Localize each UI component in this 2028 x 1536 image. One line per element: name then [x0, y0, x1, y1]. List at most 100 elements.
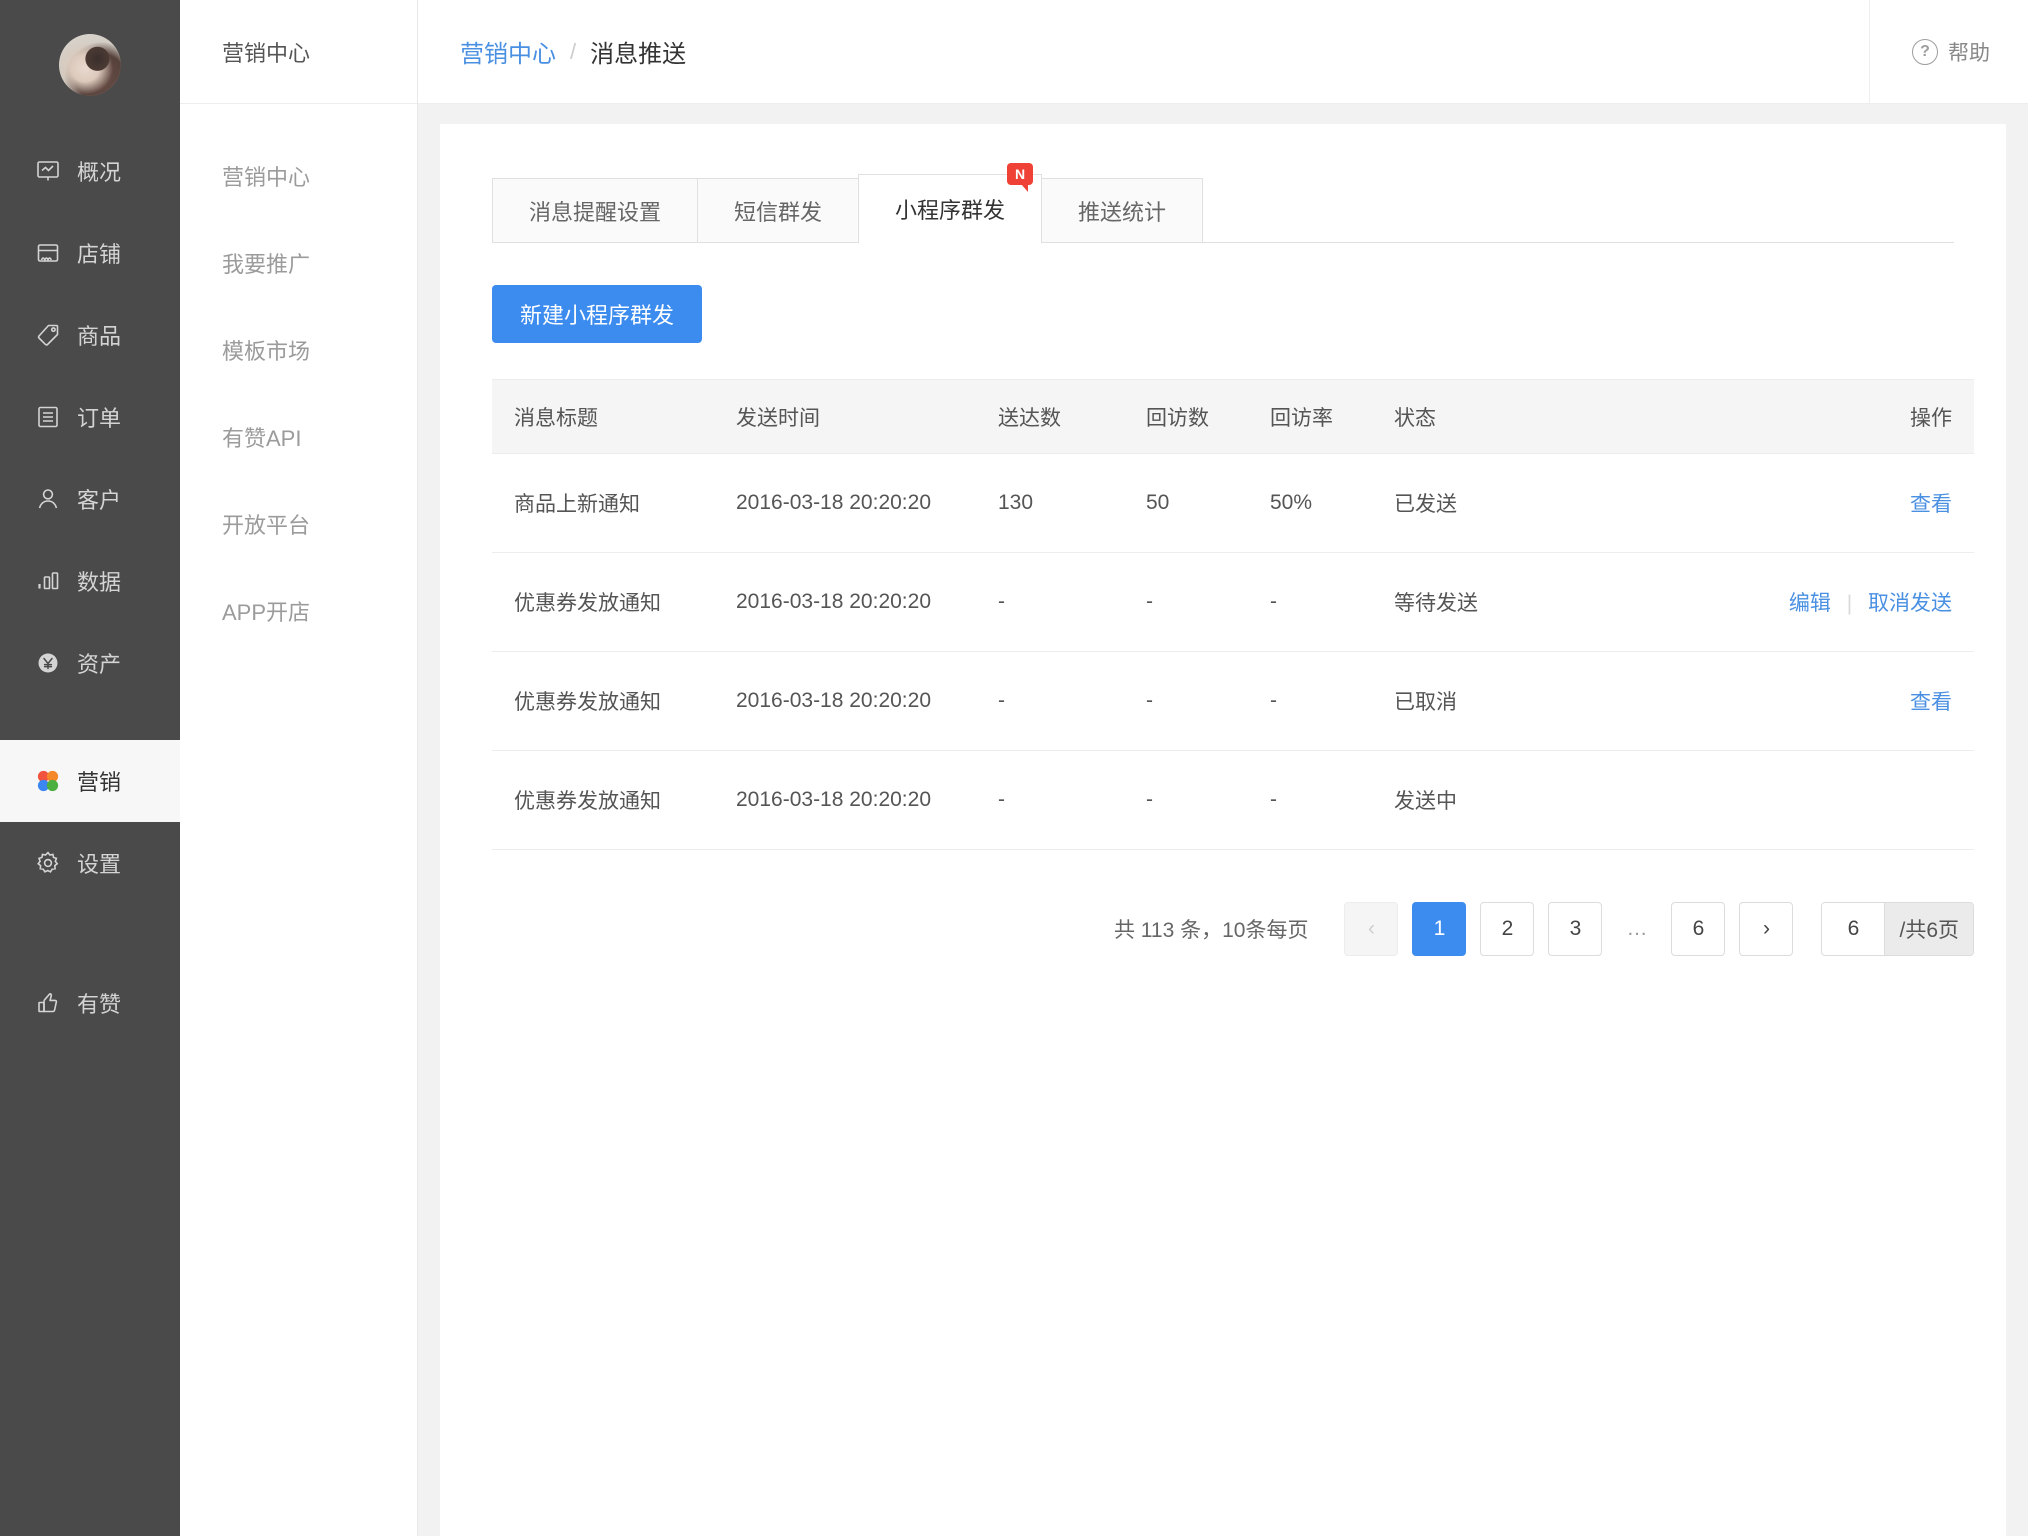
cell-send-time: 2016-03-18 20:20:20 [714, 651, 976, 751]
sidebar-item-label: 有赞 [77, 992, 122, 1017]
bar-chart-icon [34, 567, 62, 595]
sidebar-item-shop[interactable]: 店铺 [0, 212, 180, 294]
app-root: 概况 店铺 商品 订单 客户 数据 资产 营销 设置 有赞 营销中心 营销中心 … [0, 0, 2028, 1536]
cell-title: 商品上新通知 [492, 453, 714, 553]
sidebar-item-orders[interactable]: 订单 [0, 376, 180, 458]
cell-actions [1636, 750, 1974, 850]
table-head: 消息标题 发送时间 送达数 回访数 回访率 状态 操作 [492, 379, 1974, 454]
sidebar-item-data[interactable]: 数据 [0, 540, 180, 622]
breadcrumb: 营销中心 / 消息推送 [460, 34, 686, 69]
primary-sidebar: 概况 店铺 商品 订单 客户 数据 资产 营销 设置 有赞 [0, 0, 180, 1536]
tab-sms-bulk-send[interactable]: 短信群发 [697, 178, 860, 242]
cell-send-time: 2016-03-18 20:20:20 [714, 552, 976, 652]
edit-link[interactable]: 编辑 [1789, 592, 1831, 615]
sidebar-item-marketing-center[interactable]: 营销中心 [180, 132, 417, 219]
breadcrumb-current: 消息推送 [590, 41, 687, 68]
tag-icon [34, 321, 62, 349]
tab-push-statistics[interactable]: 推送统计 [1041, 178, 1204, 242]
view-link[interactable]: 查看 [1910, 493, 1952, 516]
tab-bar: 消息提醒设置 短信群发 小程序群发 N 推送统计 [492, 163, 1954, 243]
cell-title: 优惠券发放通知 [492, 651, 714, 751]
sidebar-item-template-market[interactable]: 模板市场 [180, 306, 417, 393]
pagination-prev-button[interactable]: ‹ [1344, 902, 1399, 956]
sidebar-item-label: 有赞API [222, 425, 302, 451]
avatar[interactable] [59, 34, 121, 96]
cell-status: 已发送 [1372, 453, 1636, 553]
sidebar-item-overview[interactable]: 概况 [0, 130, 180, 212]
yuan-coin-icon [34, 649, 62, 677]
content-area: 消息提醒设置 短信群发 小程序群发 N 推送统计 新建小程序群发 消息标题 发送… [418, 104, 2028, 1536]
table-row: 优惠券发放通知 2016-03-18 20:20:20 - - - 已取消 查看 [492, 651, 1974, 751]
cancel-send-link[interactable]: 取消发送 [1868, 592, 1952, 615]
topbar: 营销中心 / 消息推送 ? 帮助 [418, 0, 2028, 104]
column-header-delivered: 送达数 [976, 379, 1124, 454]
action-separator: | [1846, 592, 1853, 615]
tab-label: 小程序群发 [895, 197, 1006, 223]
secondary-sidebar-list: 营销中心 我要推广 模板市场 有赞API 开放平台 APP开店 [180, 104, 417, 654]
pagination-page-6[interactable]: 6 [1671, 902, 1726, 956]
sidebar-item-app-store[interactable]: APP开店 [180, 567, 417, 654]
column-header-revisits: 回访数 [1124, 379, 1248, 454]
sidebar-item-marketing[interactable]: 营销 [0, 740, 180, 822]
cell-delivered: - [976, 750, 1124, 850]
sidebar-item-assets[interactable]: 资产 [0, 622, 180, 704]
thumbs-up-icon [34, 989, 62, 1017]
view-link[interactable]: 查看 [1910, 691, 1952, 714]
column-header-revisit-rate: 回访率 [1248, 379, 1372, 454]
cell-revisits: - [1124, 651, 1248, 751]
tab-label: 消息提醒设置 [529, 199, 662, 225]
sidebar-item-youzan[interactable]: 有赞 [0, 962, 180, 1044]
sidebar-item-label: 我要推广 [222, 251, 311, 277]
sidebar-item-customers[interactable]: 客户 [0, 458, 180, 540]
pagination-page-3[interactable]: 3 [1548, 902, 1603, 956]
sidebar-item-label: 订单 [77, 406, 122, 431]
breadcrumb-separator: / [570, 38, 577, 64]
help-button[interactable]: ? 帮助 [1869, 0, 1990, 103]
column-header-status: 状态 [1372, 379, 1636, 454]
column-header-actions: 操作 [1636, 379, 1974, 454]
cell-revisit-rate: 50% [1248, 453, 1372, 553]
cell-send-time: 2016-03-18 20:20:20 [714, 453, 976, 553]
order-list-icon [34, 403, 62, 431]
sidebar-item-youzan-api[interactable]: 有赞API [180, 393, 417, 480]
cell-status: 已取消 [1372, 651, 1636, 751]
pagination-page-2[interactable]: 2 [1480, 902, 1535, 956]
cell-status: 等待发送 [1372, 552, 1636, 652]
cell-status: 发送中 [1372, 750, 1636, 850]
pagination-summary: 共 113 条，10条每页 [1113, 919, 1309, 942]
sidebar-item-promotion[interactable]: 我要推广 [180, 219, 417, 306]
tab-message-reminder-settings[interactable]: 消息提醒设置 [492, 178, 699, 242]
secondary-sidebar-title: 营销中心 [180, 0, 417, 104]
sidebar-item-label: APP开店 [222, 599, 311, 625]
sidebar-item-settings[interactable]: 设置 [0, 822, 180, 904]
create-miniprogram-broadcast-button[interactable]: 新建小程序群发 [492, 285, 703, 343]
cell-send-time: 2016-03-18 20:20:20 [714, 750, 976, 850]
breadcrumb-parent-link[interactable]: 营销中心 [460, 34, 556, 69]
tab-miniprogram-bulk-send[interactable]: 小程序群发 N [858, 163, 1043, 243]
cell-revisit-rate: - [1248, 651, 1372, 751]
pagination-jump: /共6页 [1821, 902, 1974, 956]
tab-label: 短信群发 [734, 199, 823, 225]
cell-revisit-rate: - [1248, 552, 1372, 652]
pagination-jump-input[interactable] [1822, 903, 1885, 955]
sidebar-item-label: 开放平台 [222, 512, 311, 538]
cell-revisits: - [1124, 552, 1248, 652]
cell-delivered: 130 [976, 453, 1124, 553]
sidebar-item-label: 设置 [77, 852, 122, 877]
sidebar-item-goods[interactable]: 商品 [0, 294, 180, 376]
table-body: 商品上新通知 2016-03-18 20:20:20 130 50 50% 已发… [492, 453, 1974, 850]
cell-revisit-rate: - [1248, 750, 1372, 850]
cell-actions: 查看 [1636, 651, 1974, 751]
cell-delivered: - [976, 552, 1124, 652]
sidebar-item-open-platform[interactable]: 开放平台 [180, 480, 417, 567]
column-header-title: 消息标题 [492, 379, 714, 454]
cell-title: 优惠券发放通知 [492, 552, 714, 652]
sidebar-item-label: 数据 [77, 570, 122, 595]
pagination-next-button[interactable]: › [1739, 902, 1794, 956]
table-row: 优惠券发放通知 2016-03-18 20:20:20 - - - 等待发送 编… [492, 552, 1974, 652]
broadcast-table: 消息标题 发送时间 送达数 回访数 回访率 状态 操作 商品上新通知 2016- [492, 379, 1974, 850]
help-label: 帮助 [1948, 41, 1990, 65]
avatar-container[interactable] [0, 0, 180, 130]
pagination-page-1[interactable]: 1 [1412, 902, 1467, 956]
question-circle-icon: ? [1912, 38, 1938, 65]
